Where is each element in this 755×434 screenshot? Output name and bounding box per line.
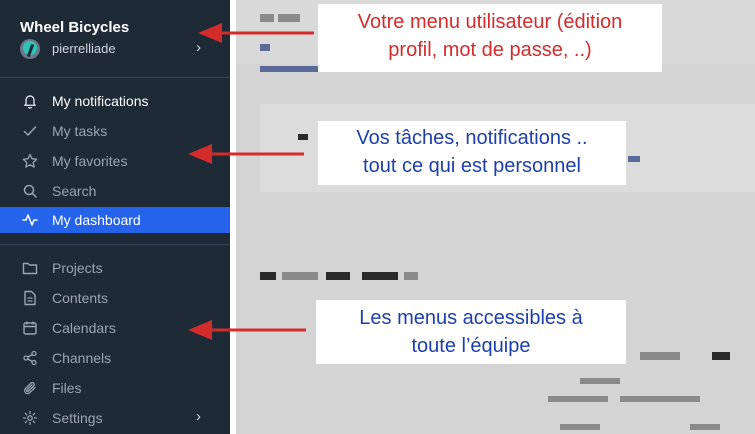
callout-line: Les menus accessibles à <box>359 307 583 329</box>
redacted-block <box>620 396 700 402</box>
gear-icon <box>22 410 38 426</box>
redacted-block <box>560 424 600 430</box>
redacted-block <box>580 378 620 384</box>
nav-item-settings[interactable]: Settings › <box>0 405 230 431</box>
divider <box>0 77 230 78</box>
folder-icon <box>22 260 38 276</box>
redacted-block <box>628 156 640 162</box>
callout-user-menu: Votre menu utilisateur (édition profil, … <box>318 4 662 72</box>
nav-item-my-dashboard[interactable]: My dashboard <box>0 207 230 233</box>
nav-label: My favorites <box>52 153 128 169</box>
nav-label: My tasks <box>52 123 108 139</box>
nav-item-contents[interactable]: Contents <box>0 285 230 311</box>
redacted-block <box>640 352 680 360</box>
nav-label: Contents <box>52 290 109 306</box>
share-icon <box>22 350 38 366</box>
nav-label: My dashboard <box>52 212 141 228</box>
check-icon <box>22 123 38 139</box>
callout-team: Les menus accessibles à toute l’équipe <box>316 300 626 364</box>
nav-item-files[interactable]: Files <box>0 375 230 401</box>
bell-icon <box>22 93 38 109</box>
arrow-left-icon <box>188 320 306 340</box>
redacted-block <box>282 272 318 280</box>
avatar <box>20 39 40 59</box>
workspace-name: Wheel Bicycles <box>20 19 130 36</box>
arrow-left-icon <box>188 144 304 164</box>
chevron-right-icon: › <box>196 408 201 425</box>
nav-item-search[interactable]: Search <box>0 178 230 204</box>
user-menu[interactable]: pierrelliade › <box>20 38 210 59</box>
nav-label: Files <box>52 380 82 396</box>
activity-icon <box>22 212 38 228</box>
callout-personal: Vos tâches, notifications .. tout ce qui… <box>318 121 626 185</box>
calendar-icon <box>22 320 38 336</box>
username: pierrelliade <box>52 41 116 56</box>
callout-line: Votre menu utilisateur (édition <box>357 11 623 33</box>
redacted-block <box>260 66 320 72</box>
callout-line: tout ce qui est personnel <box>363 155 581 177</box>
callout-line: toute l’équipe <box>411 335 531 357</box>
redacted-block <box>712 352 730 360</box>
arrow-left-icon <box>198 23 314 43</box>
redacted-block <box>690 424 720 430</box>
nav-item-projects[interactable]: Projects <box>0 255 230 281</box>
nav-label: Channels <box>52 350 112 366</box>
redacted-block <box>298 134 308 140</box>
sidebar-edge <box>230 0 236 434</box>
star-icon <box>22 153 38 169</box>
redacted-block <box>548 396 608 402</box>
redacted-block <box>260 272 276 280</box>
redacted-block <box>404 272 418 280</box>
divider <box>0 244 230 245</box>
nav-item-channels[interactable]: Channels <box>0 345 230 371</box>
search-icon <box>22 183 38 199</box>
callout-line: profil, mot de passe, ..) <box>388 39 592 61</box>
nav-label: Settings <box>52 410 103 426</box>
nav-label: My notifications <box>52 93 149 109</box>
document-icon <box>22 290 38 306</box>
redacted-block <box>362 272 398 280</box>
nav-label: Search <box>52 183 97 199</box>
sidebar: Wheel Bicycles pierrelliade › My notific… <box>0 0 230 434</box>
paperclip-icon <box>22 380 38 396</box>
callout-line: Vos tâches, notifications .. <box>356 127 588 149</box>
nav-label: Projects <box>52 260 103 276</box>
redacted-block <box>326 272 350 280</box>
nav-item-my-notifications[interactable]: My notifications <box>0 88 230 114</box>
nav-label: Calendars <box>52 320 116 336</box>
